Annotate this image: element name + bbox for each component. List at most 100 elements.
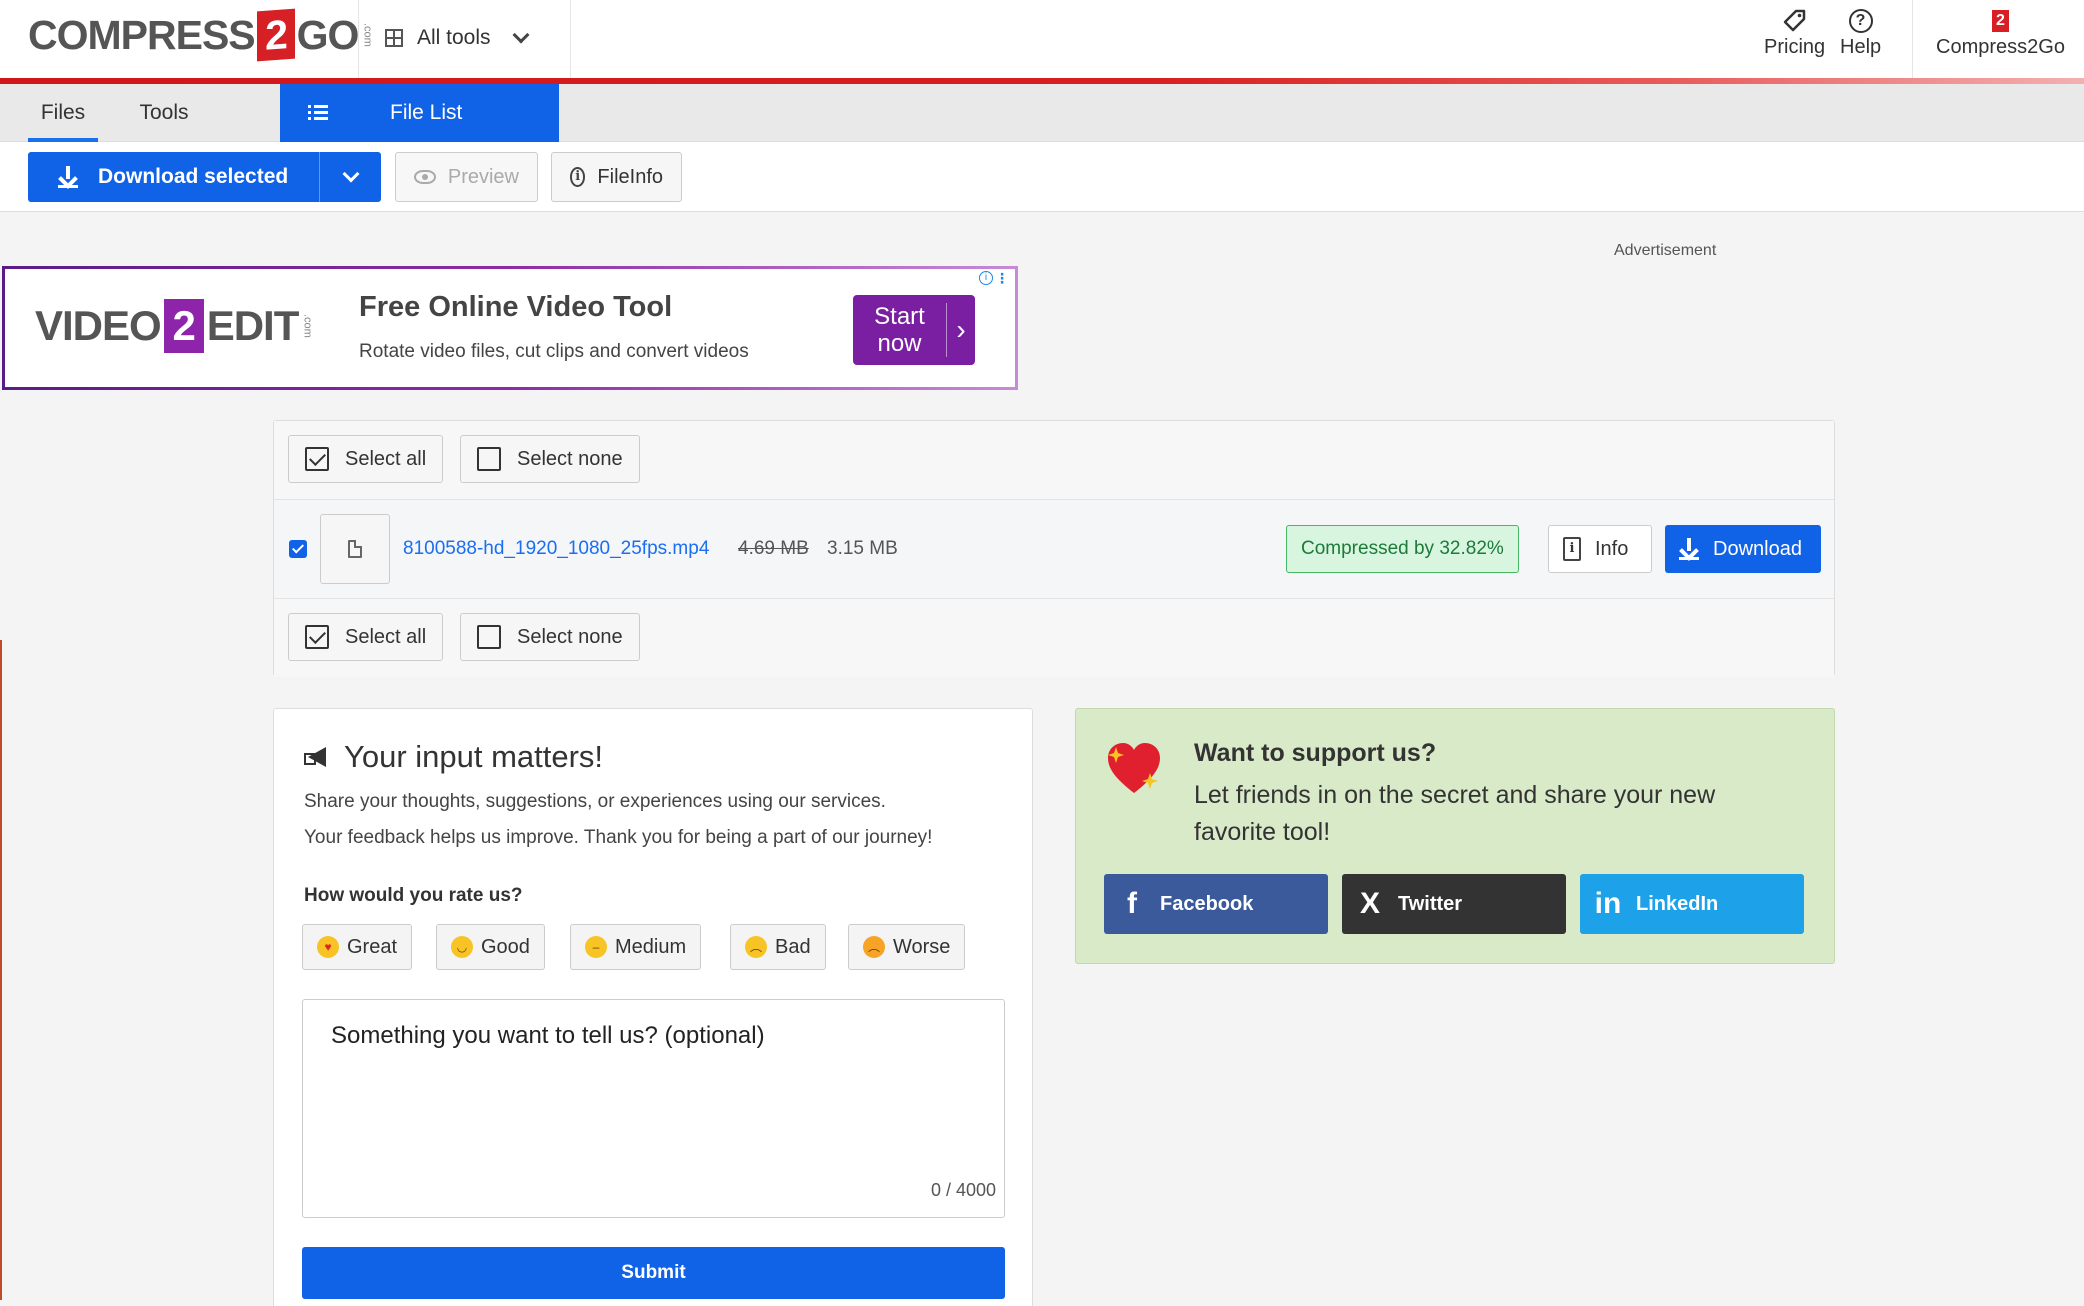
file-info-label: Info: [1595, 537, 1629, 560]
file-name-link[interactable]: 8100588-hd_1920_1080_25fps.mp4: [403, 538, 709, 560]
chevron-down-icon: [512, 26, 530, 44]
feedback-description-2: Your feedback helps us improve. Thank yo…: [304, 827, 933, 848]
header-divider: [570, 0, 571, 78]
frown-emoji-icon: ︵: [745, 936, 767, 958]
share-facebook-button[interactable]: f Facebook: [1104, 874, 1328, 934]
info-icon: i: [570, 167, 586, 187]
tab-tools[interactable]: Tools: [128, 84, 200, 142]
fileinfo-button[interactable]: i FileInfo: [551, 152, 682, 202]
facebook-icon: f: [1127, 887, 1137, 920]
file-download-button[interactable]: Download: [1665, 525, 1821, 573]
select-none-label: Select none: [517, 447, 623, 470]
file-info-button[interactable]: i Info: [1548, 525, 1652, 573]
help-icon: ?: [1848, 6, 1873, 36]
rating-label: Worse: [893, 935, 951, 958]
feedback-placeholder: Something you want to tell us? (optional…: [331, 1022, 765, 1049]
tag-icon: [1782, 6, 1808, 36]
select-none-button[interactable]: Select none: [460, 435, 640, 483]
select-all-button[interactable]: Select all: [288, 613, 444, 661]
feedback-card: Your input matters! Share your thoughts,…: [273, 708, 1033, 1306]
logo-com: .com: [361, 23, 374, 47]
tab-files[interactable]: Files: [28, 84, 98, 142]
facebook-label: Facebook: [1160, 892, 1254, 915]
sparkling-heart-icon: [1108, 743, 1160, 793]
original-size: 4.69 MB: [738, 538, 809, 559]
selection-row-bottom: Select all Select none: [274, 599, 1834, 677]
rating-bad-button[interactable]: ︵ Bad: [730, 924, 826, 970]
feedback-title: Your input matters!: [304, 739, 603, 775]
help-glyph: ?: [1848, 9, 1873, 33]
ad-more-icon[interactable]: ⋮: [995, 270, 1009, 287]
file-thumbnail[interactable]: [320, 514, 390, 584]
select-all-label: Select all: [345, 625, 427, 648]
logo-text-right: GO: [296, 11, 360, 58]
selection-row-top: Select all Select none: [274, 421, 1834, 499]
heart-eyes-emoji-icon: ♥: [317, 936, 339, 958]
select-none-label: Select none: [517, 625, 623, 648]
file-list-panel: Select all Select none 8100588-hd_1920_1…: [273, 420, 1835, 677]
pricing-link[interactable]: Pricing: [1764, 6, 1825, 59]
rating-good-button[interactable]: ◡ Good: [436, 924, 545, 970]
download-options-toggle[interactable]: [320, 165, 381, 183]
submit-feedback-button[interactable]: Submit: [302, 1247, 1005, 1299]
grid-icon: [385, 29, 403, 47]
rating-great-button[interactable]: ♥ Great: [302, 924, 413, 970]
smile-emoji-icon: ◡: [451, 936, 473, 958]
download-selected-main[interactable]: Download selected: [28, 152, 320, 202]
mini-logo-glyph: 2: [1991, 10, 2009, 32]
download-icon: [1679, 538, 1699, 560]
tab-file-list[interactable]: File List: [280, 84, 559, 142]
account-link[interactable]: 2 Compress2Go: [1936, 6, 2065, 59]
preview-button[interactable]: Preview: [395, 152, 538, 202]
linkedin-label: LinkedIn: [1636, 892, 1719, 915]
support-card: Want to support us? Let friends in on th…: [1075, 708, 1835, 964]
download-label: Download: [1713, 537, 1802, 560]
compression-status-badge: Compressed by 32.82%: [1286, 525, 1519, 573]
checkbox-empty-icon: [477, 625, 501, 649]
file-checkbox[interactable]: [289, 540, 307, 558]
rating-label: Bad: [775, 935, 811, 958]
rating-label: Good: [481, 935, 530, 958]
share-linkedin-button[interactable]: in LinkedIn: [1580, 874, 1804, 934]
action-toolbar: Download selected Preview i FileInfo: [0, 142, 2084, 212]
support-title: Want to support us?: [1194, 739, 1437, 767]
download-selected-button[interactable]: Download selected: [28, 152, 381, 202]
list-icon: [308, 105, 328, 121]
help-link[interactable]: ? Help: [1840, 6, 1881, 59]
checkbox-checked-icon: [305, 447, 329, 471]
feedback-textarea[interactable]: Something you want to tell us? (optional…: [302, 999, 1005, 1218]
page-edge-accent: [0, 640, 2, 1300]
ad-start-now-button[interactable]: Start now ›: [853, 295, 975, 365]
ad-logo-left: VIDEO: [35, 302, 162, 349]
compress2go-logo[interactable]: COMPRESS 2 GO .com: [28, 8, 374, 62]
megaphone-icon: [304, 747, 330, 767]
download-icon: [58, 166, 78, 188]
chevron-down-icon: [342, 165, 359, 183]
account-label: Compress2Go: [1936, 36, 2065, 58]
share-twitter-button[interactable]: X Twitter: [1342, 874, 1566, 934]
compressed-size: 3.15 MB: [827, 538, 898, 559]
ad-choices-icon[interactable]: i: [979, 271, 993, 285]
file-icon: [348, 540, 362, 558]
select-all-button[interactable]: Select all: [288, 435, 444, 483]
rating-medium-button[interactable]: – Medium: [570, 924, 702, 970]
all-tools-dropdown[interactable]: All tools: [385, 22, 530, 54]
x-twitter-icon: X: [1359, 887, 1380, 920]
ad-logo-com: .com: [301, 314, 314, 338]
checkbox-checked-icon: [305, 625, 329, 649]
select-none-button[interactable]: Select none: [460, 613, 640, 661]
logo-number: 2: [256, 8, 295, 62]
support-text: Let friends in on the secret and share y…: [1194, 781, 1716, 846]
all-tools-label: All tools: [417, 26, 491, 49]
advertisement-banner[interactable]: VIDEO 2 EDIT .com Free Online Video Tool…: [2, 266, 1018, 390]
angry-emoji-icon: ︵: [863, 936, 885, 958]
top-header: COMPRESS 2 GO .com All tools Pricing ? H…: [0, 0, 2084, 80]
select-all-label: Select all: [345, 447, 427, 470]
checkbox-empty-icon: [477, 447, 501, 471]
ad-logo-number: 2: [163, 299, 204, 353]
rating-worse-button[interactable]: ︵ Worse: [848, 924, 966, 970]
character-counter: 0 / 4000: [930, 1180, 996, 1200]
advertisement-label: Advertisement: [1614, 242, 1717, 259]
rating-label: Medium: [615, 935, 687, 958]
tab-bar: Files Tools File List: [0, 84, 2084, 142]
